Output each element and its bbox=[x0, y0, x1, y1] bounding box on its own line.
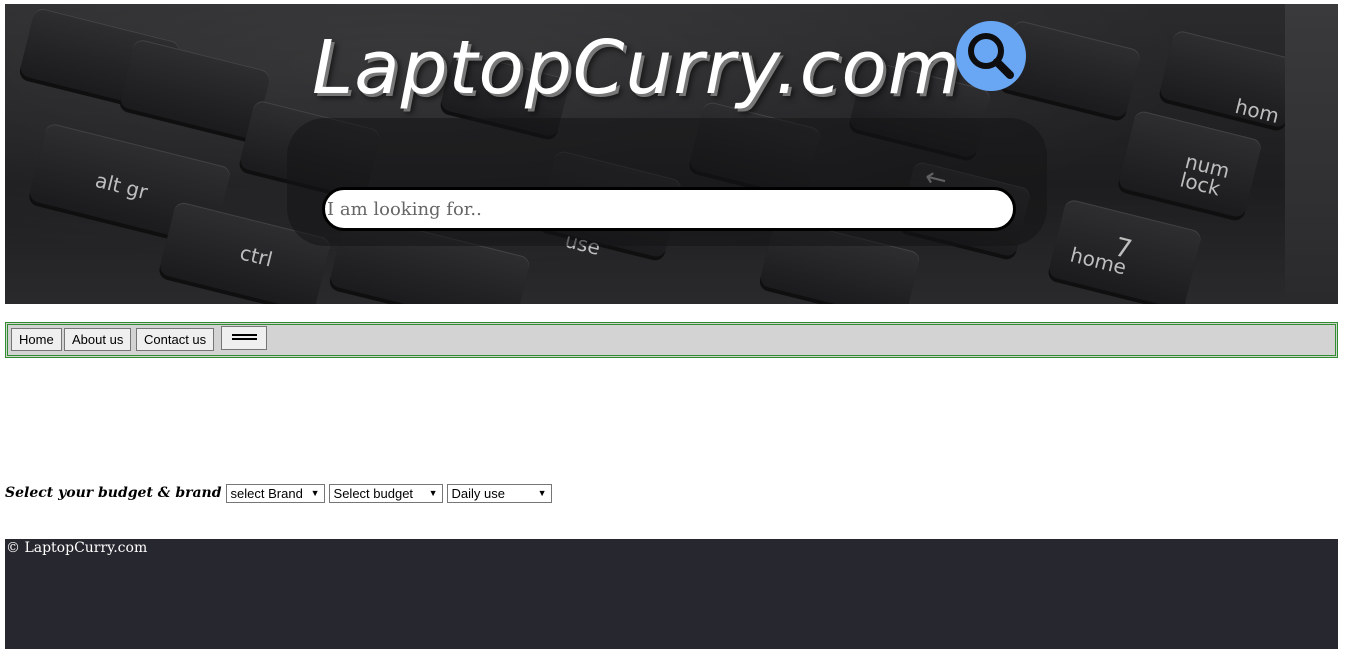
filters-label: Select your budget & brand bbox=[5, 485, 222, 501]
use-select[interactable]: Daily use ▼ bbox=[446, 483, 552, 503]
filters-row: Select your budget & brand select Brand … bbox=[5, 483, 556, 503]
brand-logo[interactable]: LaptopCurry.com bbox=[312, 18, 961, 118]
chevron-down-icon: ▼ bbox=[537, 487, 547, 498]
nav-home-button[interactable]: Home bbox=[11, 328, 62, 351]
budget-select-value: Select budget bbox=[333, 485, 414, 501]
page: alt gr ctrl home 7 num lock hom use ← La… bbox=[0, 0, 1345, 649]
site-title: LaptopCurry.com bbox=[312, 25, 961, 111]
hero-right-edge bbox=[1285, 4, 1338, 304]
nav-bar: Home About us Contact us bbox=[5, 322, 1338, 358]
footer: © LaptopCurry.com bbox=[5, 539, 1338, 649]
brand-select-value: select Brand bbox=[230, 485, 303, 501]
nav-about-button[interactable]: About us bbox=[64, 328, 132, 351]
search-input[interactable] bbox=[322, 187, 1016, 231]
nav-contact-button[interactable]: Contact us bbox=[136, 328, 215, 351]
footer-copyright: © LaptopCurry.com bbox=[6, 540, 148, 556]
use-select-value: Daily use bbox=[451, 485, 505, 501]
search-icon[interactable] bbox=[955, 20, 1027, 92]
budget-select[interactable]: Select budget ▼ bbox=[328, 483, 443, 503]
chevron-down-icon: ▼ bbox=[310, 487, 320, 498]
brand-select[interactable]: select Brand ▼ bbox=[225, 483, 325, 503]
chevron-down-icon: ▼ bbox=[428, 487, 438, 498]
menu-icon[interactable] bbox=[221, 326, 267, 350]
